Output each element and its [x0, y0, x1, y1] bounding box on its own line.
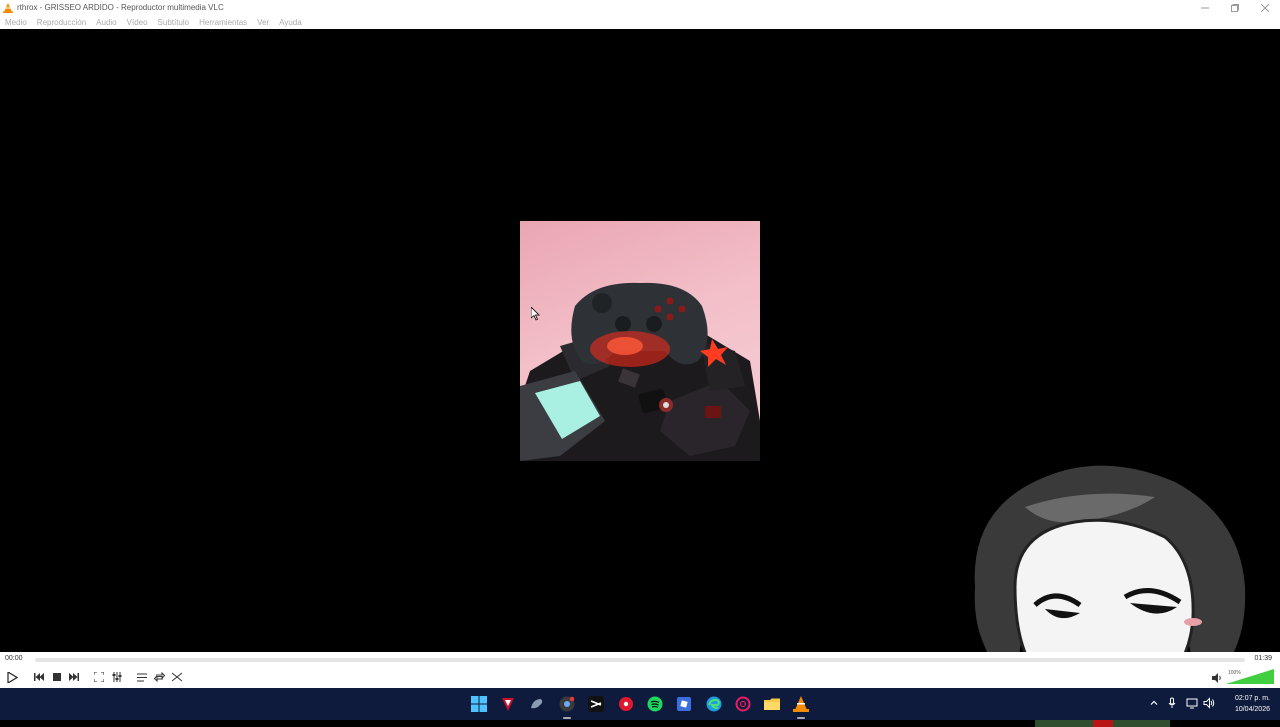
previous-button[interactable] — [31, 669, 47, 685]
stop-button[interactable] — [49, 669, 65, 685]
app-red-icon — [502, 698, 514, 711]
start-icon — [471, 696, 487, 712]
system-clock[interactable]: 02:07 p. m. 10/04/2026 — [1235, 693, 1270, 715]
menu-bar: Medio Reproducción Audio Vídeo Subtítulo… — [0, 15, 1280, 29]
clock-date: 10/04/2026 — [1234, 706, 1270, 713]
menu-ver[interactable]: Ver — [257, 18, 269, 27]
minimize-icon — [1201, 7, 1209, 8]
start-button[interactable] — [470, 695, 488, 713]
shuffle-icon — [172, 672, 182, 682]
vlc-icon — [793, 696, 809, 712]
taskbar-edge[interactable] — [705, 695, 723, 713]
chevron-up-icon[interactable] — [1148, 697, 1160, 709]
stop-icon — [53, 673, 61, 681]
menu-ayuda[interactable]: Ayuda — [279, 18, 302, 27]
menu-subtitulo[interactable]: Subtítulo — [158, 18, 190, 27]
shuffle-button[interactable] — [169, 669, 185, 685]
menu-medio[interactable]: Medio — [5, 18, 27, 27]
mouse-cursor-icon — [531, 307, 540, 321]
title-bar: rthrox - GRISSEO ARDIDO - Reproductor mu… — [0, 0, 1280, 15]
microphone-icon[interactable] — [1166, 697, 1178, 709]
skip-forward-icon — [69, 673, 79, 681]
taskbar-app-red[interactable] — [499, 695, 517, 713]
extended-settings-button[interactable] — [109, 669, 125, 685]
menu-video[interactable]: Vídeo — [127, 18, 148, 27]
app-bird-icon — [531, 699, 543, 709]
vlc-cone-icon — [3, 2, 13, 13]
vlc-active-indicator — [797, 717, 805, 719]
window-controls — [1190, 0, 1280, 15]
file-explorer-icon — [764, 698, 780, 710]
control-buttons — [0, 669, 1280, 685]
windows-taskbar: 02:07 p. m. 10/04/2026 — [0, 688, 1280, 720]
restore-icon — [1231, 3, 1239, 12]
controller-pile-image — [520, 282, 760, 461]
loop-icon — [153, 672, 165, 682]
close-icon — [1261, 3, 1269, 12]
menu-herramientas[interactable]: Herramientas — [199, 18, 247, 27]
speaker-icon[interactable] — [1212, 673, 1222, 683]
playlist-button[interactable] — [134, 669, 150, 685]
clock-time: 02:07 p. m. — [1234, 695, 1270, 702]
capcut-icon — [588, 696, 604, 712]
volume-percent: 100% — [1228, 670, 1241, 676]
play-button[interactable] — [4, 669, 20, 685]
taskbar-app-bird[interactable] — [528, 695, 546, 713]
fullscreen-icon — [94, 672, 104, 682]
play-icon — [6, 671, 18, 683]
next-button[interactable] — [66, 669, 82, 685]
menu-audio[interactable]: Audio — [96, 18, 116, 27]
total-time: 01:39 — [1254, 655, 1272, 662]
taskbar-app-red-circle[interactable] — [617, 695, 635, 713]
edge-icon — [706, 696, 722, 712]
network-icon[interactable] — [1186, 697, 1198, 709]
skip-back-icon — [34, 673, 44, 681]
equalizer-icon — [112, 672, 122, 682]
taskbar-chrome[interactable] — [558, 695, 576, 713]
taskbar-vlc[interactable] — [792, 695, 810, 713]
seek-bar[interactable] — [35, 658, 1245, 662]
volume-tray-icon[interactable] — [1203, 697, 1215, 709]
loop-button[interactable] — [151, 669, 167, 685]
taskbar-capcut[interactable] — [587, 695, 605, 713]
active-app-indicator — [563, 717, 571, 719]
roblox-icon — [677, 697, 691, 711]
taskbar-spotify[interactable] — [646, 695, 664, 713]
elapsed-time: 00:00 — [5, 655, 23, 662]
fullscreen-button[interactable] — [91, 669, 107, 685]
taskbar-app-ring[interactable] — [734, 695, 752, 713]
spotify-icon — [647, 696, 663, 712]
taskbar-roblox[interactable] — [675, 695, 693, 713]
album-artwork — [520, 221, 760, 461]
taskbar-file-explorer[interactable] — [763, 695, 781, 713]
player-controls: 00:00 01:39 100% — [0, 652, 1280, 688]
minimize-button[interactable] — [1190, 0, 1220, 15]
app-red-circle-icon — [619, 697, 633, 711]
window-title: rthrox - GRISSEO ARDIDO - Reproductor mu… — [17, 3, 224, 12]
playlist-icon — [137, 673, 147, 681]
menu-reproduccion[interactable]: Reproducción — [37, 18, 86, 27]
app-ring-icon — [735, 696, 751, 712]
video-area[interactable] — [0, 29, 1280, 727]
chrome-icon — [559, 696, 575, 712]
close-button[interactable] — [1250, 0, 1280, 15]
restore-button[interactable] — [1220, 0, 1250, 15]
